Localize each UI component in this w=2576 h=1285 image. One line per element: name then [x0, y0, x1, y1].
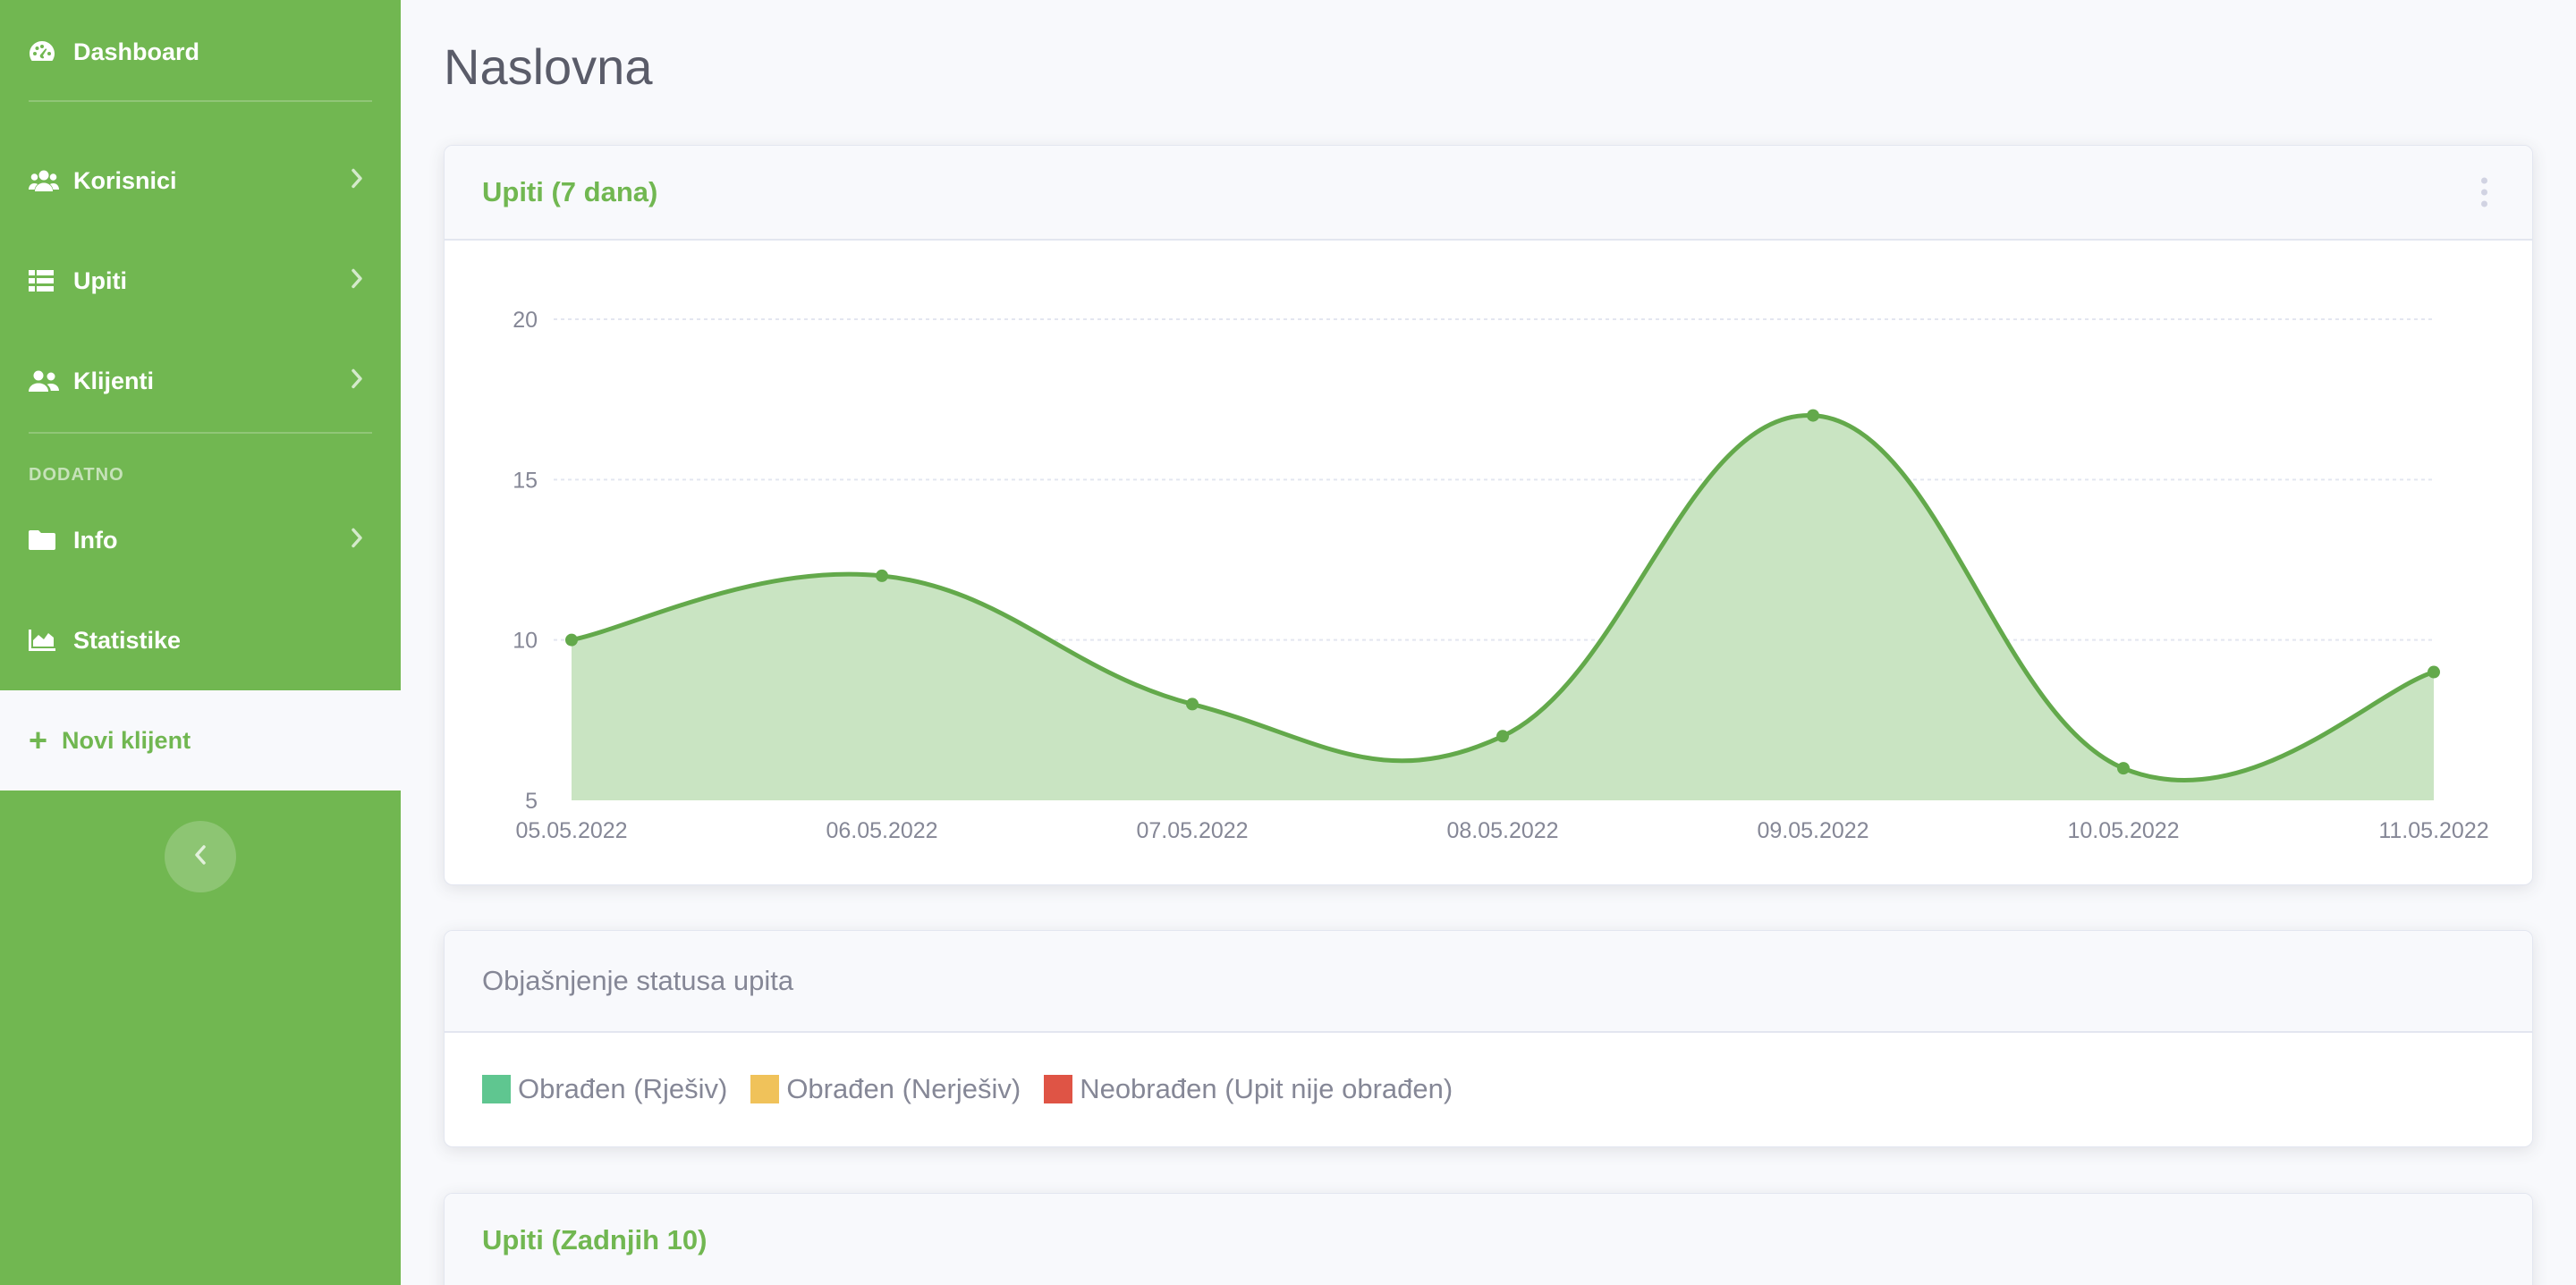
chart-card: Upiti (7 dana) 5 10 15 20 05.05.2022 06.05.20… [444, 145, 2533, 885]
data-point [1186, 697, 1199, 711]
sidebar-item-label: Info [73, 526, 118, 554]
users-icon [29, 167, 59, 194]
tachometer-icon [29, 38, 59, 65]
user-friends-icon [29, 368, 59, 394]
recent-queries-card-title: Upiti (Zadnjih 10) [482, 1224, 708, 1255]
plus-icon: + [29, 722, 48, 758]
status-legend-label: Neobrađen (Upit nije obrađen) [1080, 1073, 1453, 1104]
recent-queries-card-header: Upiti (Zadnjih 10) [445, 1194, 2532, 1285]
sidebar-heading: DODATNO [29, 465, 124, 485]
page-title: Naslovna [444, 38, 653, 95]
chevron-right-icon [351, 267, 363, 295]
x-tick-label: 07.05.2022 [1136, 818, 1248, 843]
data-point [1496, 730, 1509, 743]
chart-area-icon [29, 627, 59, 654]
recent-queries-card: Upiti (Zadnjih 10) [444, 1193, 2533, 1285]
status-card-header: Objašnjenje statusa upita [445, 931, 2532, 1033]
data-point [1807, 409, 1819, 422]
sidebar-item-dashboard[interactable]: Dashboard [0, 16, 401, 88]
chevron-left-icon [194, 844, 207, 869]
data-point [565, 633, 578, 647]
y-tick-label: 5 [525, 789, 538, 814]
x-tick-label: 11.05.2022 [2378, 818, 2488, 843]
sidebar-item-label: Statistike [73, 626, 182, 654]
chevron-right-icon [351, 368, 363, 395]
sidebar-item-korisnici[interactable]: Korisnici [0, 145, 401, 216]
chart-card-title: Upiti (7 dana) [482, 176, 658, 207]
x-tick-label: 10.05.2022 [2067, 818, 2179, 843]
status-swatch-unresolvable [750, 1075, 780, 1103]
sidebar-item-upiti[interactable]: Upiti [0, 245, 401, 317]
status-legend-item: Obrađen (Nerješiv) [750, 1073, 1021, 1105]
chart-card-header: Upiti (7 dana) [445, 146, 2532, 241]
status-legend: Obrađen (Rješiv) Obrađen (Nerješiv) Neob… [445, 1033, 2532, 1146]
sidebar-item-statistike[interactable]: Statistike [0, 604, 401, 676]
status-legend-label: Obrađen (Nerješiv) [786, 1073, 1021, 1104]
topbar [401, 0, 2576, 5]
status-swatch-resolved [482, 1075, 511, 1103]
sidebar-item-label: Korisnici [73, 166, 177, 194]
sidebar-item-label: Upiti [73, 266, 127, 294]
sidebar-toggle-button[interactable] [165, 821, 236, 892]
status-legend-label: Obrađen (Rješiv) [518, 1073, 728, 1104]
folder-icon [29, 527, 59, 554]
x-tick-label: 09.05.2022 [1757, 818, 1868, 843]
y-tick-label: 15 [513, 468, 538, 493]
sidebar-item-label: Klijenti [73, 367, 155, 394]
status-legend-item: Neobrađen (Upit nije obrađen) [1044, 1073, 1453, 1105]
x-tick-label: 06.05.2022 [826, 818, 937, 843]
sidebar-divider [29, 432, 372, 434]
sidebar-divider [29, 100, 372, 102]
area-fill [572, 415, 2434, 800]
new-client-label: Novi klijent [62, 726, 191, 754]
chevron-right-icon [351, 527, 363, 554]
data-point [876, 569, 888, 582]
status-card: Objašnjenje statusa upita Obrađen (Rješi… [444, 930, 2533, 1147]
data-point [2117, 762, 2130, 775]
y-tick-label: 20 [513, 308, 538, 333]
y-tick-label: 10 [513, 629, 538, 654]
new-client-button[interactable]: + Novi klijent [0, 690, 401, 790]
sidebar-item-klijenti[interactable]: Klijenti [0, 345, 401, 417]
x-tick-label: 05.05.2022 [515, 818, 627, 843]
data-point [2428, 665, 2440, 679]
more-options-icon[interactable] [2481, 177, 2487, 207]
chevron-right-icon [351, 167, 363, 195]
table-icon [29, 267, 59, 294]
chart-area: 5 10 15 20 05.05.2022 06.05.2022 07.05.2022 08.… [445, 241, 2532, 884]
sidebar-item-info[interactable]: Info [0, 504, 401, 576]
sidebar: Dashboard Korisnici Upiti Klijenti DODAT… [0, 0, 401, 1285]
status-legend-item: Obrađen (Rješiv) [482, 1073, 727, 1105]
sidebar-brand-label: Dashboard [73, 38, 200, 65]
status-card-title: Objašnjenje statusa upita [482, 965, 794, 996]
status-swatch-unprocessed [1044, 1075, 1073, 1103]
x-tick-label: 08.05.2022 [1446, 818, 1558, 843]
area-chart: 5 10 15 20 05.05.2022 06.05.2022 07.05.2022 08.… [513, 308, 2488, 843]
